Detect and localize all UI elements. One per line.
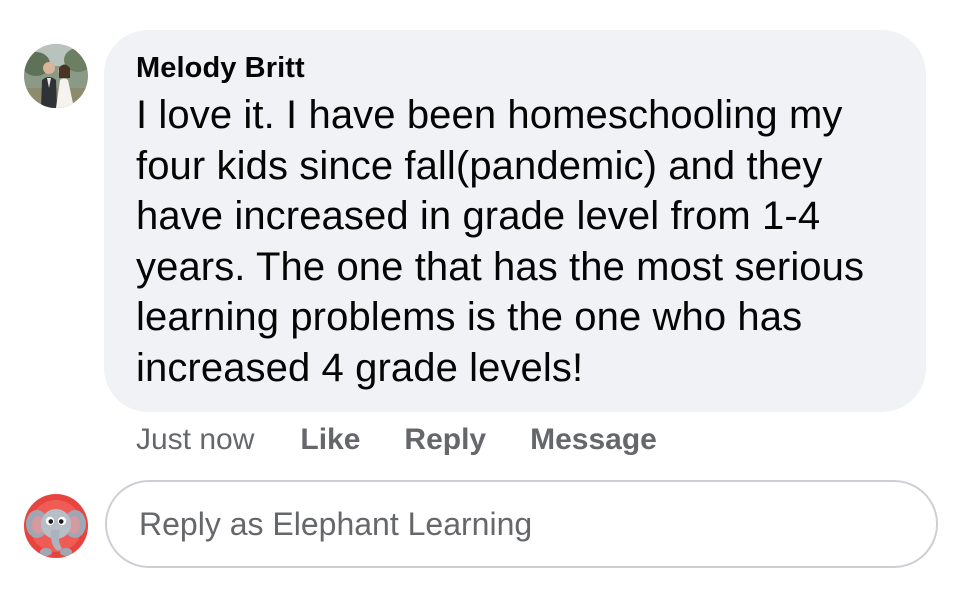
self-avatar[interactable] [24,494,88,558]
comment-thread: Melody Britt I love it. I have been home… [0,0,970,592]
reply-input-container[interactable] [105,480,938,568]
comment-author[interactable]: Melody Britt [136,50,896,86]
reply-input[interactable] [137,504,901,544]
comment-actions: Just now Like Reply Message [136,420,701,460]
elephant-mascot-icon [24,494,88,558]
comment-text: I love it. I have been homeschooling my … [136,93,865,390]
comment-bubble: Melody Britt I love it. I have been home… [104,30,926,412]
reply-button[interactable]: Reply [404,423,486,457]
like-button[interactable]: Like [300,423,360,457]
profile-photo-icon [24,44,88,108]
commenter-avatar[interactable] [24,44,88,108]
message-button[interactable]: Message [530,423,657,457]
comment-timestamp[interactable]: Just now [136,423,254,457]
